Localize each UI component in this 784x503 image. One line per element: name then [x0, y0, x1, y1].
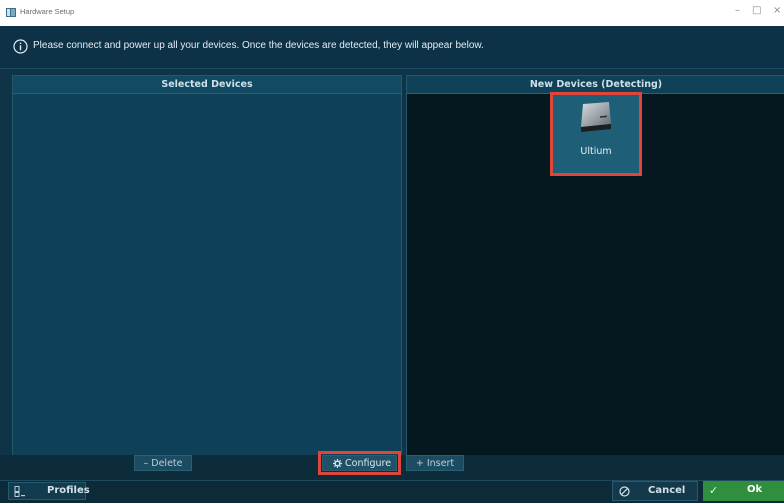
configure-label: Configure — [345, 458, 392, 469]
minimize-button[interactable]: – — [735, 5, 740, 16]
new-devices-header: New Devices (Detecting) — [407, 76, 784, 94]
ok-button[interactable]: ✓ Ok — [703, 481, 784, 501]
device-icon — [581, 102, 611, 132]
ok-label: Ok — [747, 484, 763, 495]
info-message: Please connect and power up all your dev… — [33, 40, 484, 51]
new-devices-list: Ultium — [407, 92, 784, 455]
profiles-label: Profiles — [47, 485, 90, 496]
cancel-label: Cancel — [648, 485, 686, 496]
profiles-icon — [14, 486, 25, 497]
delete-button[interactable]: – Delete — [134, 455, 192, 471]
info-bar: Please connect and power up all your dev… — [0, 26, 784, 69]
insert-button[interactable]: + Insert — [406, 455, 464, 471]
selected-devices-panel: Selected Devices — [12, 75, 402, 456]
window-title: Hardware Setup — [20, 7, 75, 16]
hardware-setup-window: Hardware Setup – □ × Please connect and … — [0, 0, 784, 503]
new-devices-panel: New Devices (Detecting) Ultium — [406, 75, 784, 456]
cancel-icon — [619, 486, 630, 497]
maximize-button[interactable]: □ — [752, 5, 761, 16]
app-icon — [6, 8, 16, 17]
device-tile-ultium[interactable]: Ultium — [550, 92, 642, 176]
cancel-button[interactable]: Cancel — [612, 481, 698, 501]
info-icon — [13, 39, 28, 54]
gear-icon — [333, 459, 342, 468]
profiles-button[interactable]: Profiles — [8, 482, 90, 500]
check-icon: ✓ — [709, 484, 719, 497]
title-bar: Hardware Setup – □ × — [0, 0, 784, 27]
configure-button[interactable]: Configure — [318, 451, 401, 475]
device-label: Ultium — [580, 146, 612, 157]
close-button[interactable]: × — [773, 5, 781, 16]
selected-devices-header: Selected Devices — [13, 76, 401, 94]
selected-devices-list[interactable] — [13, 94, 401, 455]
